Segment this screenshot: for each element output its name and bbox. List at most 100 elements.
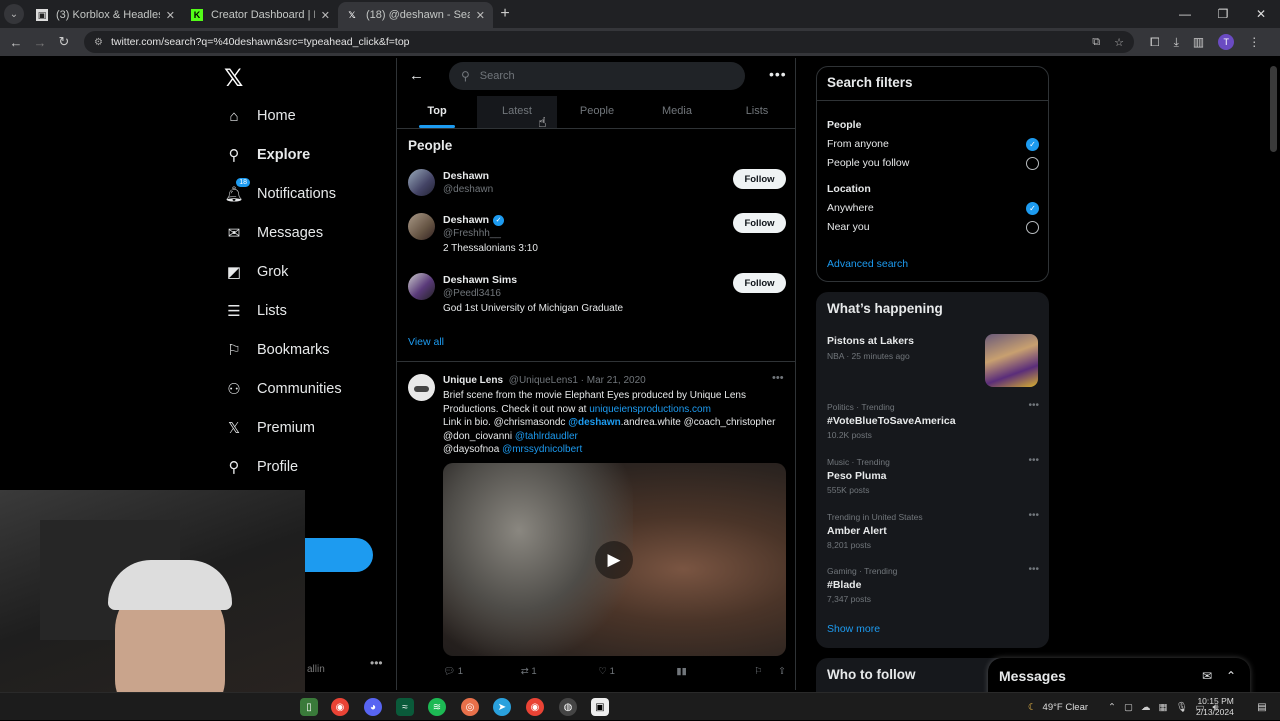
mic-icon[interactable]: 🎙︎	[1175, 702, 1187, 713]
person-name[interactable]: Deshawn ✓	[443, 214, 505, 226]
more-options-icon[interactable]: •••	[1028, 400, 1039, 411]
side-panel-icon[interactable]: ▥	[1193, 35, 1204, 49]
follow-button[interactable]: Follow	[733, 213, 786, 233]
more-options-icon[interactable]: •••	[1028, 510, 1039, 521]
browser-tab-1[interactable]: ▣ (3) Korblox & Headless Hangou ✕	[28, 2, 183, 28]
install-app-icon[interactable]: ⧉	[1092, 36, 1100, 49]
radio-checked-icon[interactable]: ✓	[1026, 138, 1039, 151]
nav-grok[interactable]: ◩ Grok	[224, 262, 289, 282]
bookmark-icon[interactable]: ⚐	[754, 666, 778, 677]
browser-tab-2[interactable]: K Creator Dashboard | Kick ✕	[183, 2, 338, 28]
play-icon[interactable]: ▶	[595, 541, 633, 579]
download-icon[interactable]: ⤓	[1174, 35, 1179, 50]
trend-item[interactable]: Politics · Trending #VoteBlueToSaveAmeri…	[827, 400, 1039, 440]
filter-from-anyone[interactable]: From anyone ✓	[827, 138, 1039, 151]
trend-item[interactable]: Music · Trending Peso Pluma 555K posts •…	[827, 455, 1039, 495]
cloud-icon[interactable]: ☁	[1141, 702, 1151, 713]
avatar[interactable]	[408, 213, 435, 240]
mention-link[interactable]: @deshawn	[568, 417, 621, 428]
stream-app-icon[interactable]: ≈	[396, 698, 414, 716]
tab-search-button[interactable]: ⌄	[4, 4, 24, 24]
site-info-icon[interactable]: ⚙	[94, 37, 103, 48]
tray-app-icon[interactable]: ▢	[1124, 702, 1133, 713]
trend-item[interactable]: Trending in United States Amber Alert 8,…	[827, 510, 1039, 550]
notepad-icon[interactable]: ▯	[300, 698, 318, 716]
expand-icon[interactable]: ⌃	[1226, 669, 1236, 683]
chrome-icon[interactable]: ◉	[331, 698, 349, 716]
more-options-icon[interactable]: •••	[772, 372, 784, 384]
tweet-author-handle[interactable]: @UniqueLens1	[509, 375, 578, 386]
nav-notifications[interactable]: 🔔︎ 18 Notifications	[224, 178, 336, 204]
nav-home[interactable]: ⌂ Home	[224, 106, 295, 126]
post-button[interactable]	[305, 538, 373, 572]
profile-avatar[interactable]: T	[1218, 34, 1235, 50]
search-box[interactable]: ⚲	[449, 62, 745, 90]
discord-icon[interactable]: ◕	[364, 698, 382, 716]
reload-icon[interactable]: ↻	[52, 34, 76, 50]
avatar[interactable]	[408, 273, 435, 300]
tweet-author-name[interactable]: Unique Lens	[443, 375, 503, 386]
scrollbar[interactable]	[1270, 66, 1277, 152]
more-options-icon[interactable]: •••	[1028, 564, 1039, 575]
like-button[interactable]: ♡ 1	[599, 666, 677, 677]
tab-people[interactable]: People	[557, 96, 637, 128]
more-options-icon[interactable]: •••	[1028, 455, 1039, 466]
views-icon[interactable]: ▮▮	[676, 666, 754, 677]
radio-checked-icon[interactable]: ✓	[1026, 202, 1039, 215]
nav-communities[interactable]: ⚇ Communities	[224, 379, 341, 399]
radio-unchecked-icon[interactable]	[1026, 157, 1039, 170]
new-message-icon[interactable]: ✉	[1202, 669, 1212, 683]
restore-icon[interactable]: ❐	[1204, 7, 1242, 21]
share-icon[interactable]: ⇪	[778, 666, 788, 677]
radio-unchecked-icon[interactable]	[1026, 221, 1039, 234]
mention-link[interactable]: @mrssydnicolbert	[502, 444, 582, 455]
weather-widget[interactable]: ☾ 49°F Clear	[1028, 693, 1088, 721]
minimize-icon[interactable]: —	[1166, 7, 1204, 21]
close-window-icon[interactable]: ✕	[1242, 7, 1280, 21]
trend-thumbnail[interactable]	[985, 334, 1038, 387]
app-icon[interactable]: ◎	[461, 698, 479, 716]
x-logo-icon[interactable]: 𝕏	[224, 64, 243, 93]
view-all-link[interactable]: View all	[408, 336, 444, 348]
close-icon[interactable]: ✕	[321, 9, 330, 22]
tweet-link[interactable]: uniqueiensproductions.com	[589, 404, 711, 415]
search-input[interactable]	[479, 70, 710, 82]
nav-explore[interactable]: ⚲ Explore	[224, 145, 311, 165]
person-name[interactable]: Deshawn	[443, 170, 489, 182]
nav-lists[interactable]: ☰ Lists	[224, 301, 287, 321]
browser-tab-3[interactable]: 𝕏 (18) @deshawn - Search / X ✕	[338, 2, 493, 28]
clock[interactable]: 10:15 PM 2/13/2024	[1196, 696, 1234, 718]
filter-people-you-follow[interactable]: People you follow	[827, 157, 1039, 170]
account-menu-icon[interactable]: •••	[370, 656, 383, 670]
tab-media[interactable]: Media	[637, 96, 717, 128]
nav-messages[interactable]: ✉ Messages	[224, 223, 323, 243]
tweet-video[interactable]: ▶	[443, 463, 786, 656]
follow-button[interactable]: Follow	[733, 273, 786, 293]
more-options-icon[interactable]: •••	[769, 66, 787, 82]
trend-item[interactable]: Gaming · Trending #Blade 7,347 posts •••	[827, 564, 1039, 604]
nav-profile[interactable]: ⚲ Profile	[224, 457, 299, 477]
extensions-icon[interactable]: ⧠	[1150, 35, 1160, 50]
mention-link[interactable]: @tahlrdaudler	[515, 431, 578, 442]
back-icon[interactable]: ←	[4, 35, 28, 50]
avatar[interactable]	[408, 374, 435, 401]
back-arrow-icon[interactable]: ←	[409, 67, 424, 84]
notification-center-icon[interactable]: ▤	[1253, 698, 1271, 716]
reply-button[interactable]: 💬︎ 1	[443, 666, 521, 677]
telegram-icon[interactable]: ➤	[493, 698, 511, 716]
url-bar[interactable]: ⚙ twitter.com/search?q=%40deshawn&src=ty…	[84, 31, 1134, 53]
tab-lists[interactable]: Lists	[717, 96, 795, 128]
nav-bookmarks[interactable]: ⚐ Bookmarks	[224, 340, 329, 360]
menu-icon[interactable]: ⋮	[1248, 35, 1260, 49]
tab-top[interactable]: Top	[397, 96, 477, 128]
forward-icon[interactable]: →	[28, 35, 52, 50]
show-more-link[interactable]: Show more	[827, 623, 880, 635]
follow-button[interactable]: Follow	[733, 169, 786, 189]
avatar[interactable]	[408, 169, 435, 196]
filter-near-you[interactable]: Near you	[827, 221, 1039, 234]
person-name[interactable]: Deshawn Sims	[443, 274, 517, 286]
roblox-icon[interactable]: ▣	[591, 698, 609, 716]
tweet-date[interactable]: Mar 21, 2020	[587, 375, 646, 386]
repost-button[interactable]: ⇄ 1	[521, 666, 599, 677]
advanced-search-link[interactable]: Advanced search	[827, 258, 908, 270]
